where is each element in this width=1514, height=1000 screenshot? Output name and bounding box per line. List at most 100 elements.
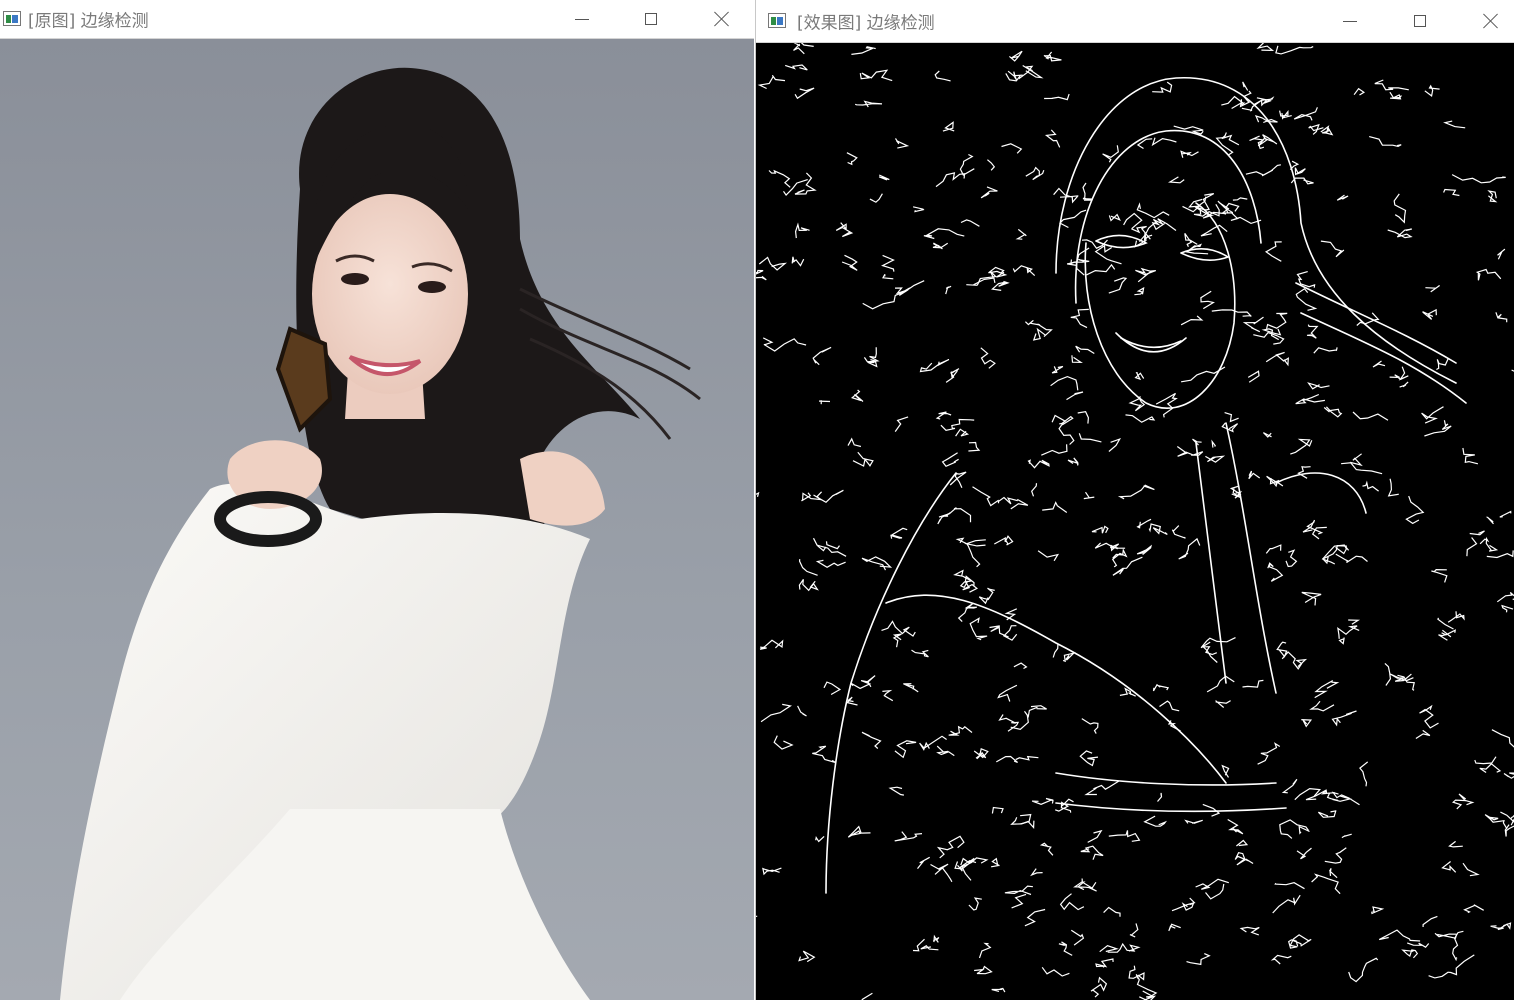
edge-fragment	[1265, 544, 1282, 554]
edge-fragment	[940, 418, 975, 431]
edge-fragment	[1503, 772, 1514, 779]
edge-fragment	[1499, 510, 1512, 518]
edge-fragment	[1143, 815, 1167, 827]
edge-fragment	[1136, 544, 1152, 555]
edge-fragment	[847, 437, 862, 448]
edge-fragment	[1301, 591, 1322, 606]
edge-fragment	[894, 740, 917, 759]
edge-fragment	[854, 100, 883, 108]
edge-fragment	[1436, 357, 1449, 371]
edge-fragment	[1111, 548, 1128, 568]
edge-fragment	[794, 172, 817, 195]
edge-fragment	[1387, 478, 1399, 497]
edge-fragment	[1123, 212, 1143, 230]
edge-fragment	[1335, 553, 1368, 564]
edge-fragment	[1108, 277, 1128, 294]
app-icon	[3, 11, 21, 26]
edge-fragment	[1266, 312, 1288, 330]
edge-fragment	[894, 831, 923, 842]
edge-fragment	[1441, 861, 1457, 873]
window-title: [原图] 边缘检测	[28, 11, 149, 32]
edge-fragment	[1320, 240, 1345, 258]
edge-fragment	[1378, 929, 1421, 942]
edge-fragment	[1152, 81, 1173, 93]
edge-fragment	[1099, 945, 1119, 953]
edge-fragment	[1264, 241, 1282, 262]
edge-fragment	[850, 389, 864, 402]
edge-fragment	[1415, 729, 1431, 740]
edge-fragment	[1317, 810, 1337, 818]
edge-fragment	[1437, 617, 1454, 630]
edge-fragment	[851, 46, 876, 55]
edge-fragment	[762, 337, 807, 352]
edge-fragment	[932, 242, 949, 250]
portrait-photo	[0, 39, 754, 1000]
edge-fragment	[930, 863, 949, 871]
result-image-window[interactable]: [效果图] 边缘检测	[755, 0, 1514, 1000]
edge-fragment	[978, 587, 995, 605]
edge-fragment	[1059, 209, 1087, 229]
title-bar[interactable]: [原图] 边缘检测	[0, 0, 754, 39]
edge-fragment	[912, 206, 925, 213]
edge-fragment	[1025, 166, 1045, 181]
edge-fragment	[1067, 457, 1080, 466]
edge-fragment	[894, 287, 911, 297]
edge-fragment	[1005, 65, 1034, 82]
edge-fragment	[1323, 406, 1343, 418]
edge-fragment	[962, 575, 979, 593]
edge-fragment	[1107, 942, 1141, 953]
edge-fragment	[1362, 480, 1379, 492]
original-image-window[interactable]: [原图] 边缘检测	[0, 0, 754, 1000]
edge-fragment	[1215, 699, 1231, 708]
close-button[interactable]	[1469, 0, 1513, 42]
maximize-button[interactable]	[1398, 0, 1442, 42]
minimize-icon	[1343, 20, 1357, 22]
edge-fragment	[801, 491, 823, 502]
edge-fragment	[783, 179, 808, 197]
minimize-button[interactable]	[1328, 0, 1372, 42]
edge-fragment	[1270, 954, 1292, 965]
edge-fragment	[1462, 447, 1479, 465]
minimize-button[interactable]	[560, 0, 604, 38]
title-bar[interactable]: [效果图] 边缘检测	[756, 0, 1514, 43]
edge-fragment	[1186, 953, 1211, 966]
edge-fragment	[1308, 123, 1324, 135]
edge-fragment	[949, 471, 967, 489]
edge-fragment	[1181, 366, 1226, 383]
mouth-inner-edge	[1120, 337, 1182, 349]
edge-map	[756, 43, 1514, 1000]
edge-fragment	[1406, 942, 1430, 948]
maximize-button[interactable]	[629, 0, 673, 38]
right-eye	[418, 281, 446, 293]
edge-fragment	[1294, 167, 1306, 176]
edge-fragment	[1348, 957, 1379, 983]
edge-fragment	[1359, 761, 1369, 787]
edge-fragment	[1221, 422, 1239, 433]
edge-fragment	[1082, 182, 1093, 201]
skirt-edge	[1055, 802, 1287, 813]
edge-fragment	[1013, 662, 1028, 670]
edge-fragment	[1167, 176, 1185, 184]
edge-fragment	[968, 897, 982, 911]
edge-fragment	[1077, 411, 1090, 424]
edge-fragment	[1071, 355, 1083, 364]
edge-fragment	[1201, 646, 1218, 663]
edge-fragment	[1015, 755, 1039, 761]
edge-fragment	[1272, 894, 1301, 914]
edge-fragment	[1157, 792, 1163, 802]
edge-fragment	[1474, 756, 1497, 765]
edge-fragment	[1011, 893, 1027, 909]
edge-fragment	[1374, 79, 1409, 91]
edge-fragment	[1301, 719, 1313, 728]
edge-fragment	[773, 735, 794, 750]
close-button[interactable]	[700, 0, 744, 38]
edge-fragment	[798, 559, 818, 576]
edge-fragment	[911, 649, 929, 658]
edge-fragment	[934, 867, 953, 883]
edge-fragment	[846, 152, 858, 166]
edge-fragment	[997, 496, 1018, 505]
edge-fragment	[1078, 433, 1102, 443]
edge-fragment	[1051, 365, 1064, 374]
edge-fragment	[1070, 929, 1085, 946]
edge-fragment	[961, 857, 989, 881]
